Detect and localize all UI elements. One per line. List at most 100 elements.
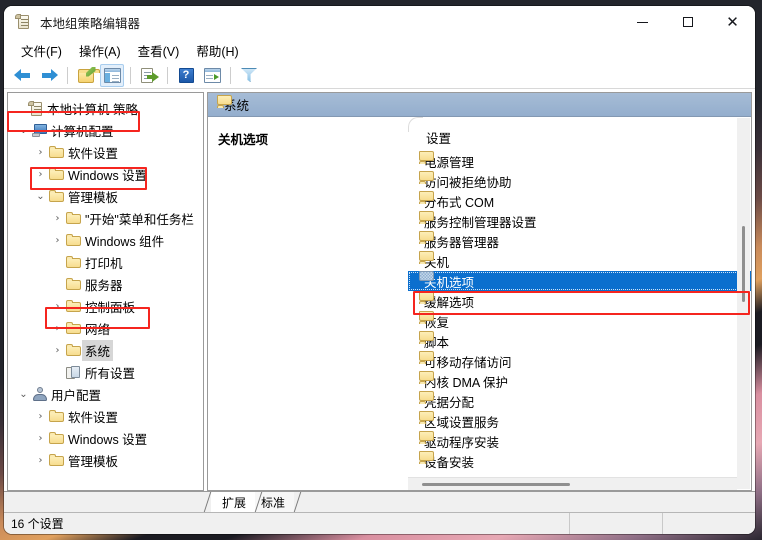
tree-item-root-label: 本地计算机 策略 <box>47 102 138 117</box>
maximize-button[interactable] <box>665 6 710 38</box>
menu-item-action[interactable]: 操作(A) <box>71 39 130 62</box>
folder-icon <box>65 256 82 268</box>
menu-item-view[interactable]: 查看(V) <box>130 39 189 62</box>
list-item[interactable]: 缓解选项 <box>408 291 751 311</box>
list-item[interactable]: 访问被拒绝协助 <box>408 171 751 191</box>
no-twisty-icon: › <box>50 257 65 268</box>
folder-icon <box>48 454 65 466</box>
tree-item-all-settings[interactable]: › 所有设置 <box>8 361 203 383</box>
list-item[interactable]: 关机 <box>408 251 751 271</box>
vertical-scrollbar[interactable] <box>737 118 750 489</box>
chevron-right-icon[interactable]: › <box>50 301 65 312</box>
menu-item-view-label: 查看(V) <box>137 44 180 59</box>
tree-item-software-settings-user[interactable]: › 软件设置 <box>8 405 203 427</box>
list-item[interactable]: 分布式 COM <box>408 191 751 211</box>
tree-item-label: 计算机配置 <box>51 124 114 139</box>
console-tree-panel[interactable]: › 本地计算机 策略 ⌄ 计算机配置 › 软件设置 <box>7 92 204 491</box>
properties-button[interactable] <box>200 64 224 87</box>
maximize-icon <box>682 17 693 27</box>
chevron-right-icon[interactable]: › <box>33 411 48 422</box>
status-bar-text: 16 个设置 <box>11 517 64 531</box>
minimize-button[interactable] <box>620 6 665 38</box>
tree-item-root[interactable]: › 本地计算机 策略 <box>8 97 203 119</box>
chevron-right-icon[interactable]: › <box>50 345 65 356</box>
title-bar-left: 本地组策略编辑器 <box>4 13 140 32</box>
tree-item-windows-components[interactable]: › Windows 组件 <box>8 229 203 251</box>
chevron-right-icon[interactable]: › <box>33 433 48 444</box>
tree-item-label: 打印机 <box>85 256 123 271</box>
chevron-right-icon[interactable]: › <box>50 213 65 224</box>
status-bar-cell <box>662 513 755 534</box>
back-arrow-icon <box>14 68 32 82</box>
vertical-scrollbar-thumb[interactable] <box>742 226 745 302</box>
close-button[interactable]: ✕ <box>710 6 755 38</box>
chevron-down-icon[interactable]: ⌄ <box>33 191 48 202</box>
horizontal-scrollbar-thumb[interactable] <box>422 483 570 486</box>
tree-item-system[interactable]: › 系统 <box>8 339 203 361</box>
tree-item-control-panel[interactable]: › 控制面板 <box>8 295 203 317</box>
content-area: › 本地计算机 策略 ⌄ 计算机配置 › 软件设置 <box>4 89 755 491</box>
chevron-right-icon[interactable]: › <box>33 169 48 180</box>
tree-item-user-configuration[interactable]: ⌄ 用户配置 <box>8 383 203 405</box>
horizontal-scrollbar[interactable] <box>408 477 737 490</box>
tree-item-start-menu-taskbar[interactable]: › "开始"菜单和任务栏 <box>8 207 203 229</box>
tree-item-printers[interactable]: › 打印机 <box>8 251 203 273</box>
menu-item-help[interactable]: 帮助(H) <box>188 39 247 62</box>
list-item[interactable]: 设备安装 <box>408 451 751 471</box>
toolbar-separator <box>167 66 168 84</box>
folder-icon <box>48 410 65 422</box>
list-item-label: 驱动程序安装 <box>424 435 500 450</box>
list-item[interactable]: 电源管理 <box>408 151 751 171</box>
tree-item-network[interactable]: › 网络 <box>8 317 203 339</box>
back-button[interactable] <box>11 64 35 87</box>
list-item[interactable]: 脚本 <box>408 331 751 351</box>
no-twisty-icon: › <box>50 279 65 290</box>
list-item[interactable]: 服务控制管理器设置 <box>408 211 751 231</box>
tree-item-label: 软件设置 <box>68 410 119 425</box>
toolbar-separator <box>67 66 68 84</box>
up-folder-button[interactable] <box>74 64 100 87</box>
list-item-shutdown-options[interactable]: 关机选项 <box>408 271 751 291</box>
list-item-label: 分布式 COM <box>424 195 495 210</box>
menu-item-file[interactable]: 文件(F) <box>13 39 71 62</box>
list-item[interactable]: 区域设置服务 <box>408 411 751 431</box>
settings-list-pane[interactable]: 设置 电源管理 访问被拒绝协助 分布式 COM 服务控制管理器设置 服务器管理器… <box>407 117 751 490</box>
tab-extended[interactable]: 扩展 <box>203 492 263 512</box>
tree-item-label: 控制面板 <box>85 300 136 315</box>
tree-item-windows-settings-user[interactable]: › Windows 设置 <box>8 427 203 449</box>
filter-button[interactable] <box>237 64 261 87</box>
export-list-button[interactable] <box>137 64 161 87</box>
forward-button[interactable] <box>37 64 61 87</box>
menu-item-help-label: 帮助(H) <box>196 44 239 59</box>
list-item[interactable]: 服务器管理器 <box>408 231 751 251</box>
tree-item-server[interactable]: › 服务器 <box>8 273 203 295</box>
chevron-right-icon[interactable]: › <box>33 455 48 466</box>
chevron-down-icon[interactable]: ⌄ <box>16 125 31 136</box>
list-item[interactable]: 凭据分配 <box>408 391 751 411</box>
help-icon: ? <box>178 67 194 83</box>
chevron-right-icon[interactable]: › <box>33 147 48 158</box>
settings-list-column-header[interactable]: 设置 <box>408 117 751 151</box>
chevron-right-icon[interactable]: › <box>50 323 65 334</box>
tree-item-administrative-templates-user[interactable]: › 管理模板 <box>8 449 203 471</box>
title-bar[interactable]: 本地组策略编辑器 ✕ <box>4 6 755 38</box>
chevron-down-icon[interactable]: ⌄ <box>16 389 31 400</box>
tree-item-administrative-templates-computer[interactable]: ⌄ 管理模板 <box>8 185 203 207</box>
list-item[interactable]: 驱动程序安装 <box>408 431 751 451</box>
group-policy-editor-window: 本地组策略编辑器 ✕ 文件(F) 操作(A) 查看(V) 帮助(H) ? 本地计… <box>4 6 755 534</box>
chevron-right-icon[interactable]: › <box>50 235 65 246</box>
folder-icon <box>65 278 82 290</box>
tree-item-software-settings-computer[interactable]: › 软件设置 <box>8 141 203 163</box>
help-button[interactable]: ? <box>174 64 198 87</box>
toolbar-separator <box>130 66 131 84</box>
list-item[interactable]: 恢复 <box>408 311 751 331</box>
all-settings-icon <box>65 365 82 379</box>
show-console-tree-button[interactable] <box>100 63 124 87</box>
tree-item-computer-configuration[interactable]: ⌄ 计算机配置 <box>8 119 203 141</box>
detail-pane: 关机选项 <box>208 117 407 490</box>
list-item[interactable]: 可移动存储访问 <box>408 351 751 371</box>
list-item[interactable]: 内核 DMA 保护 <box>408 371 751 391</box>
show-console-tree-icon <box>103 67 121 83</box>
tree-item-windows-settings-computer[interactable]: › Windows 设置 <box>8 163 203 185</box>
list-item-label: 服务器管理器 <box>424 235 500 250</box>
